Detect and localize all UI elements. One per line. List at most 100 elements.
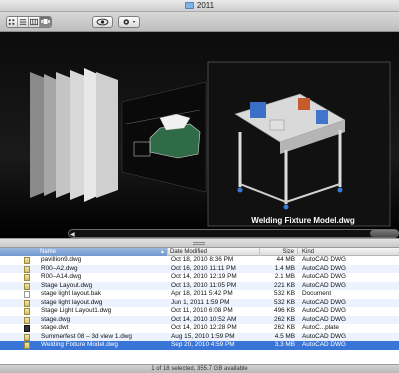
splitter-grip-icon[interactable] [193, 242, 205, 245]
coverflow-canvas [30, 61, 391, 227]
splitter[interactable] [0, 238, 399, 248]
file-kind: AutoC...plate [302, 324, 339, 331]
file-date: Sep 20, 2010 4:59 PM [171, 341, 235, 348]
file-size: 496 KB [274, 307, 295, 314]
file-size: 44 MB [276, 256, 295, 263]
table-row[interactable]: R00–A2.dwg Oct 16, 2010 11:11 PM 1.4 MB Aut… [0, 264, 399, 273]
folder-icon [184, 2, 194, 9]
file-name: Stage Light Layout1.dwg [41, 307, 112, 314]
table-row[interactable]: stage light layout.bak Apr 18, 2011 5:42 … [0, 290, 399, 299]
title-bar: 2011 [0, 0, 399, 12]
dwg-file-icon [24, 265, 30, 273]
coverflow-view[interactable]: Welding Fixture Model.dwg [0, 32, 399, 238]
table-row[interactable]: stage.dwt Oct 14, 2010 12:28 PM 262 KB Auto… [0, 324, 399, 333]
file-kind: AutoCAD DWG [302, 281, 347, 289]
file-date: Oct 11, 2010 6:08 PM [171, 307, 233, 314]
dwt-template-icon [24, 325, 30, 332]
file-size: 2.1 MB [274, 273, 295, 280]
file-list: Name ▲ Date Modified Size Kind pavillion… [0, 248, 399, 364]
coverflow-cover-drawing[interactable] [121, 81, 207, 193]
dwg-file-icon [24, 274, 30, 281]
dwg-file-icon [24, 308, 30, 315]
dwg-file-icon [24, 342, 30, 349]
file-name: R00–A14.dwg [41, 273, 82, 280]
table-row[interactable]: pavillion9.dwg Oct 18, 2010 8:36 PM 44 MB A… [0, 256, 399, 265]
coverflow-scroll-thumb[interactable] [370, 230, 399, 237]
list-header: Name ▲ Date Modified Size Kind [0, 248, 399, 256]
gear-icon [123, 19, 136, 25]
dwg-file-icon [24, 282, 30, 290]
list-rows: pavillion9.dwg Oct 18, 2010 8:36 PM 44 MB A… [0, 256, 399, 350]
file-name: Stage Layout.dwg [41, 281, 93, 289]
list-view-button[interactable] [18, 17, 29, 27]
view-switcher [6, 16, 52, 28]
file-date: Oct 14, 2010 10:52 AM [171, 315, 237, 323]
eye-icon [96, 18, 109, 26]
coverflow-stack-left[interactable] [30, 68, 118, 202]
table-row-selected[interactable]: Welding Fixture Model.dwg Sep 20, 2010 4:… [0, 341, 399, 350]
window-title: 2011 [0, 1, 399, 10]
file-name: Summerfest 08 – 3d view 1.dwg [41, 332, 132, 340]
file-date: Jun 1, 2011 1:59 PM [171, 298, 230, 306]
file-size: 221 KB [274, 281, 295, 289]
column-header-date[interactable]: Date Modified [168, 248, 260, 256]
file-date: Oct 16, 2010 11:11 PM [171, 264, 236, 272]
file-size: 532 KB [274, 290, 295, 297]
column-view-icon [30, 18, 38, 26]
column-view-button[interactable] [29, 17, 40, 27]
document-file-icon [24, 291, 30, 298]
scroll-left-arrow-icon[interactable]: ◀ [70, 231, 77, 238]
file-date: Oct 18, 2010 8:36 PM [171, 256, 234, 263]
file-name: Welding Fixture Model.dwg [41, 341, 118, 348]
file-size: 4.5 MB [274, 332, 295, 340]
file-date: Apr 18, 2011 5:42 PM [171, 290, 233, 297]
file-kind: AutoCAD DWG [302, 332, 347, 340]
table-row[interactable]: Stage Light Layout1.dwg Oct 11, 2010 6:08… [0, 307, 399, 316]
file-kind: AutoCAD DWG [302, 256, 347, 263]
table-row[interactable]: stage light layout.dwg Jun 1, 2011 1:59 P… [0, 298, 399, 307]
file-kind: AutoCAD DWG [302, 341, 347, 348]
file-name: stage.dwg [41, 315, 71, 323]
dwg-file-icon [24, 299, 30, 307]
file-size: 262 KB [274, 324, 295, 331]
file-size: 1.4 MB [274, 264, 295, 272]
dwg-file-icon [24, 333, 30, 341]
coverflow-view-icon [41, 19, 50, 24]
icon-view-icon [8, 19, 15, 25]
file-date: Oct 14, 2010 12:28 PM [171, 324, 237, 331]
coverflow-caption: Welding Fixture Model.dwg [251, 216, 355, 225]
icon-view-button[interactable] [7, 17, 18, 27]
table-row[interactable]: Stage Layout.dwg Oct 13, 2010 11:05 PM 221… [0, 281, 399, 290]
file-kind: AutoCAD DWG [302, 307, 347, 314]
action-menu-button[interactable] [118, 16, 140, 28]
file-kind: AutoCAD DWG [302, 273, 347, 280]
quicklook-button[interactable] [92, 16, 113, 28]
file-kind: AutoCAD DWG [302, 264, 347, 272]
file-name: R00–A2.dwg [41, 264, 78, 272]
file-kind: AutoCAD DWG [302, 315, 347, 323]
column-header-size[interactable]: Size [260, 248, 298, 256]
coverflow-view-button[interactable] [40, 17, 51, 27]
dwg-file-icon [24, 257, 30, 264]
file-size: 3.3 MB [274, 341, 295, 348]
status-bar: 1 of 18 selected, 355.7 GB available [0, 364, 399, 373]
file-kind: Document [302, 290, 332, 297]
column-header-name[interactable]: Name ▲ [0, 248, 168, 256]
file-size: 532 KB [274, 298, 295, 306]
column-header-kind[interactable]: Kind [298, 248, 399, 256]
toolbar [0, 12, 399, 32]
table-row[interactable]: R00–A14.dwg Oct 14, 2010 12:19 PM 2.1 MB Au… [0, 273, 399, 282]
window-title-text: 2011 [196, 1, 215, 10]
file-name: stage light layout.dwg [41, 298, 103, 306]
dwg-file-icon [24, 316, 30, 324]
file-size: 262 KB [274, 315, 295, 323]
file-date: Oct 14, 2010 12:19 PM [171, 273, 237, 280]
table-row[interactable]: stage.dwg Oct 14, 2010 10:52 AM 262 KB Auto… [0, 315, 399, 324]
file-name: pavillion9.dwg [41, 256, 82, 263]
coverflow-cover-selected[interactable] [207, 61, 391, 227]
file-name: stage.dwt [41, 324, 69, 331]
file-date: Oct 13, 2010 11:05 PM [171, 281, 237, 289]
table-row[interactable]: Summerfest 08 – 3d view 1.dwg Aug 15, 201… [0, 332, 399, 341]
file-date: Aug 15, 2010 1:59 PM [171, 332, 235, 340]
coverflow-scrollbar[interactable] [68, 229, 399, 238]
